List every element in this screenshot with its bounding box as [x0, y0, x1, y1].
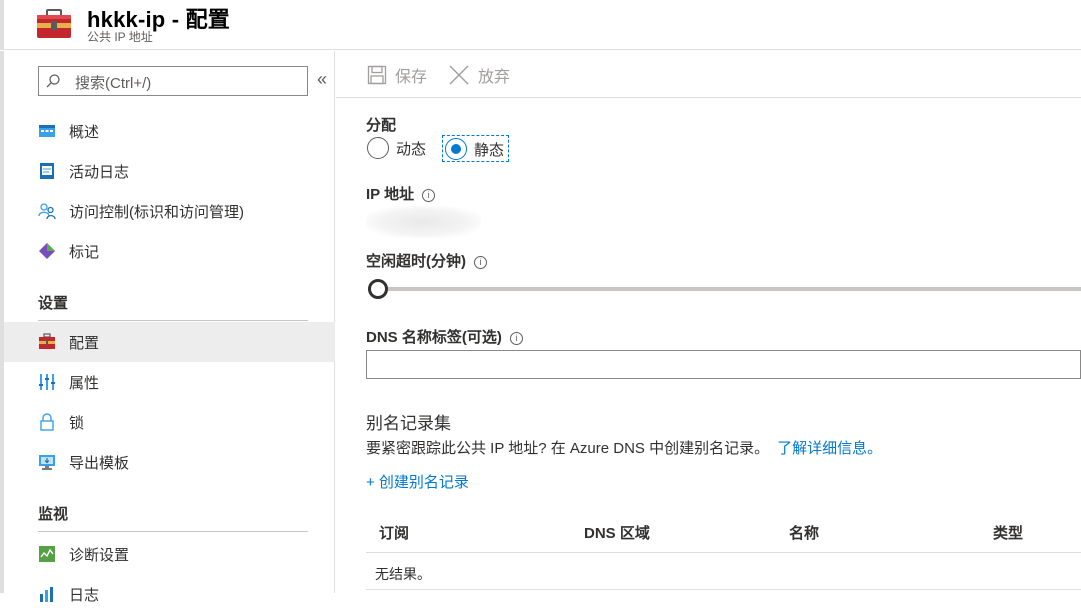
sidebar-item-label: 访问控制(标识和访问管理) — [69, 204, 244, 221]
save-label: 保存 — [395, 69, 428, 86]
alias-table-header: 订阅 DNS 区域 名称 类型 — [366, 511, 1081, 553]
radio-label: 静态 — [474, 141, 505, 159]
overview-icon — [39, 125, 55, 137]
info-icon[interactable]: i — [509, 332, 523, 345]
save-icon — [367, 65, 387, 85]
sidebar-item-label: 日志 — [69, 587, 100, 604]
command-bar: 保存 放弃 — [336, 51, 1081, 98]
ip-address-value-redacted — [366, 206, 481, 238]
sidebar-item-label: 活动日志 — [69, 164, 130, 181]
sidebar-item-activity-log[interactable]: 活动日志 — [4, 151, 335, 191]
search-icon — [46, 74, 60, 88]
page-header: hkkk-ip - 配置 公共 IP 地址 — [0, 0, 1081, 50]
column-header-name[interactable]: 名称 — [789, 522, 819, 543]
logs-icon — [40, 587, 53, 602]
column-header-subscription[interactable]: 订阅 — [379, 522, 409, 543]
alias-record-sets-heading: 别名记录集 — [366, 414, 451, 433]
idle-timeout-slider-thumb[interactable] — [368, 279, 388, 299]
section-divider — [38, 531, 308, 532]
dns-label-text: DNS 名称标签(可选) — [366, 329, 502, 346]
sidebar-item-label: 锁 — [69, 415, 85, 432]
sidebar-item-label: 导出模板 — [69, 455, 130, 472]
sidebar-item-tags[interactable]: 标记 — [4, 231, 335, 271]
sidebar-item-locks[interactable]: 锁 — [4, 402, 335, 442]
alias-description: 要紧密跟踪此公共 IP 地址? 在 Azure DNS 中创建别名记录。 了解详细… — [366, 437, 882, 458]
collapse-sidebar-button[interactable]: « — [317, 69, 327, 90]
column-header-type[interactable]: 类型 — [993, 522, 1023, 543]
info-icon[interactable]: i — [474, 256, 487, 269]
sidebar: 搜索(Ctrl+/) « 概述 活动日志 访问控制(标识和访问管理) 标记 设置 — [0, 51, 335, 604]
sidebar-item-label: 概述 — [69, 124, 100, 141]
assignment-dynamic-radio[interactable]: 动态 — [367, 137, 426, 159]
lock-icon — [40, 413, 54, 431]
empty-results-text: 无结果。 — [375, 566, 431, 582]
sidebar-item-label: 属性 — [69, 375, 100, 392]
section-settings-heading: 设置 — [38, 295, 69, 312]
sidebar-item-configuration[interactable]: 配置 — [4, 322, 335, 362]
dns-label: DNS 名称标签(可选) i — [366, 326, 523, 347]
idle-timeout-slider-track[interactable] — [368, 287, 1081, 291]
info-icon[interactable]: i — [422, 189, 436, 202]
learn-more-link[interactable]: 了解详细信息。 — [777, 440, 882, 457]
sidebar-item-overview[interactable]: 概述 — [4, 111, 335, 151]
section-monitor-heading: 监视 — [38, 506, 69, 523]
export-template-icon — [39, 455, 55, 470]
sidebar-item-properties[interactable]: 属性 — [4, 362, 335, 402]
dns-name-input[interactable] — [366, 350, 1081, 379]
save-button[interactable]: 保存 — [367, 63, 427, 87]
close-icon — [449, 65, 469, 85]
sidebar-item-logs[interactable]: 日志 — [4, 574, 335, 614]
toolbox-icon — [39, 333, 55, 349]
sidebar-item-diagnostic-settings[interactable]: 诊断设置 — [4, 534, 335, 574]
sidebar-item-export-template[interactable]: 导出模板 — [4, 442, 335, 482]
section-divider — [38, 320, 308, 321]
assignment-label: 分配 — [366, 117, 397, 134]
discard-button[interactable]: 放弃 — [448, 63, 510, 87]
properties-icon — [39, 374, 55, 390]
radio-circle — [367, 137, 389, 159]
search-placeholder: 搜索(Ctrl+/) — [75, 75, 152, 92]
create-alias-record-button[interactable]: + 创建别名记录 — [366, 471, 469, 492]
sidebar-item-label: 诊断设置 — [69, 547, 130, 564]
tag-icon — [39, 243, 55, 259]
sidebar-item-access-control[interactable]: 访问控制(标识和访问管理) — [4, 191, 335, 231]
column-header-dns-zone[interactable]: DNS 区域 — [584, 522, 650, 543]
search-input[interactable]: 搜索(Ctrl+/) — [38, 66, 308, 96]
people-icon — [38, 203, 56, 220]
diagnostics-icon — [39, 546, 55, 562]
radio-label: 动态 — [396, 140, 427, 158]
idle-timeout-label: 空闲超时(分钟) i — [366, 250, 487, 271]
assignment-static-radio[interactable]: 静态 — [442, 135, 510, 162]
discard-label: 放弃 — [478, 69, 511, 86]
sidebar-item-label: 配置 — [69, 335, 100, 352]
table-row: 无结果。 — [366, 554, 1081, 590]
toolbox-icon — [37, 9, 71, 38]
sidebar-item-label: 标记 — [69, 244, 100, 261]
radio-circle-selected — [445, 138, 467, 160]
activity-log-icon — [40, 163, 54, 179]
alias-description-text: 要紧密跟踪此公共 IP 地址? 在 Azure DNS 中创建别名记录。 — [366, 440, 770, 457]
ip-address-label-text: IP 地址 — [366, 186, 415, 203]
ip-address-label: IP 地址 i — [366, 183, 436, 204]
idle-timeout-label-text: 空闲超时(分钟) — [366, 253, 466, 270]
page-subtitle: 公共 IP 地址 — [87, 30, 153, 44]
